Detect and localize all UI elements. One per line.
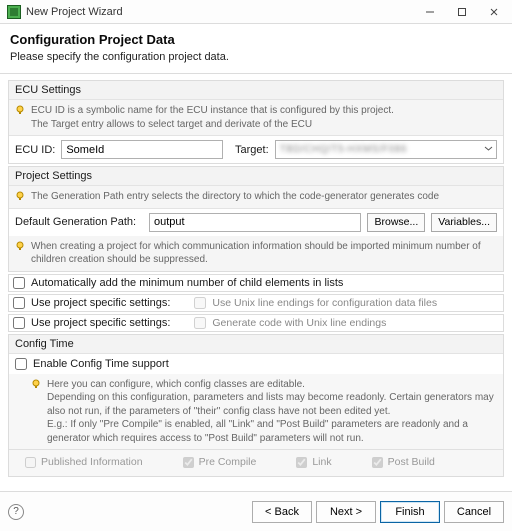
tip-ecu-line2: The Target entry allows to select target…: [31, 118, 394, 132]
tip-ct-l2: Depending on this configuration, paramet…: [47, 391, 497, 418]
row-enable-config-time[interactable]: Enable Config Time support: [9, 354, 503, 374]
row-auto-add[interactable]: Automatically add the minimum number of …: [8, 274, 504, 292]
close-button[interactable]: [478, 0, 510, 24]
label-enable-config-time: Enable Config Time support: [33, 358, 169, 370]
group-ecu-settings: ECU Settings ECU ID is a symbolic name f…: [8, 80, 504, 164]
select-target[interactable]: TBD/CHQ/T5-HXMS/F086: [275, 140, 497, 159]
opt-link: Link: [296, 456, 331, 468]
checkbox-pss2[interactable]: [13, 317, 25, 329]
group-project-settings: Project Settings The Generation Path ent…: [8, 166, 504, 272]
page-title: Configuration Project Data: [10, 32, 502, 47]
tip-ct-l3: E.g.: If only "Pre Compile" is enabled, …: [47, 418, 497, 445]
label-pss1: Use project specific settings:: [31, 297, 170, 309]
tip-project2-text: When creating a project for which commun…: [31, 240, 497, 267]
wizard-header: Configuration Project Data Please specif…: [0, 24, 512, 74]
help-button[interactable]: ?: [8, 504, 24, 520]
target-value: TBD/CHQ/T5-HXMS/F086: [280, 144, 407, 155]
label-ecu-id: ECU ID:: [15, 144, 55, 156]
checkbox-pss1[interactable]: [13, 297, 25, 309]
row-pss1[interactable]: Use project specific settings: Use Unix …: [8, 294, 504, 312]
tip-project-text: The Generation Path entry selects the di…: [31, 190, 439, 204]
input-ecu-id[interactable]: [61, 140, 223, 159]
config-time-options: Published Information Pre Compile Link P…: [9, 449, 503, 476]
lightbulb-icon: [15, 191, 25, 201]
checkbox-enable-config-time[interactable]: [15, 358, 27, 370]
lightbulb-icon: [31, 379, 41, 389]
input-gen-path[interactable]: [149, 213, 361, 232]
next-button[interactable]: Next >: [316, 501, 376, 523]
wizard-footer: ? < Back Next > Finish Cancel: [0, 491, 512, 531]
label-target: Target:: [235, 144, 269, 156]
checkbox-pss2-sub: [194, 317, 206, 329]
row-pss2[interactable]: Use project specific settings: Generate …: [8, 314, 504, 332]
label-auto-add: Automatically add the minimum number of …: [31, 277, 343, 289]
row-gen-path: Default Generation Path: Browse... Varia…: [9, 209, 503, 236]
maximize-button[interactable]: [446, 0, 478, 24]
opt-published-info: Published Information: [25, 456, 143, 468]
label-pss2: Use project specific settings:: [31, 317, 170, 329]
checkbox-auto-add[interactable]: [13, 277, 25, 289]
tip-project: The Generation Path entry selects the di…: [9, 186, 503, 209]
titlebar: New Project Wizard: [0, 0, 512, 24]
tip-project2: When creating a project for which commun…: [9, 236, 503, 271]
content-area: ECU Settings ECU ID is a symbolic name f…: [0, 74, 512, 504]
tip-ecu: ECU ID is a symbolic name for the ECU in…: [9, 100, 503, 136]
tip-config-time: Here you can configure, which config cla…: [9, 374, 503, 450]
row-ecu-id: ECU ID: Target: TBD/CHQ/T5-HXMS/F086: [9, 136, 503, 163]
group-config-time: Config Time Enable Config Time support H…: [8, 334, 504, 478]
label-pss2-sub: Generate code with Unix line endings: [212, 317, 386, 329]
cancel-button[interactable]: Cancel: [444, 501, 504, 523]
browse-button[interactable]: Browse...: [367, 213, 425, 232]
label-pss1-sub: Use Unix line endings for configuration …: [212, 297, 437, 309]
group-title-ecu: ECU Settings: [9, 81, 503, 100]
minimize-button[interactable]: [414, 0, 446, 24]
window-title: New Project Wizard: [26, 6, 414, 18]
checkbox-pss1-sub: [194, 297, 206, 309]
chevron-down-icon: [484, 144, 493, 156]
finish-button[interactable]: Finish: [380, 501, 440, 523]
group-title-project: Project Settings: [9, 167, 503, 186]
back-button[interactable]: < Back: [252, 501, 312, 523]
opt-pre-compile: Pre Compile: [183, 456, 257, 468]
page-subtitle: Please specify the configuration project…: [10, 51, 502, 63]
tip-ct-l1: Here you can configure, which config cla…: [47, 378, 497, 392]
tip-ecu-line1: ECU ID is a symbolic name for the ECU in…: [31, 104, 394, 118]
opt-post-build: Post Build: [372, 456, 435, 468]
variables-button[interactable]: Variables...: [431, 213, 497, 232]
lightbulb-icon: [15, 105, 25, 115]
lightbulb-icon: [15, 241, 25, 251]
group-title-config-time: Config Time: [9, 335, 503, 354]
app-icon: [7, 5, 21, 19]
label-gen-path: Default Generation Path:: [15, 216, 143, 228]
